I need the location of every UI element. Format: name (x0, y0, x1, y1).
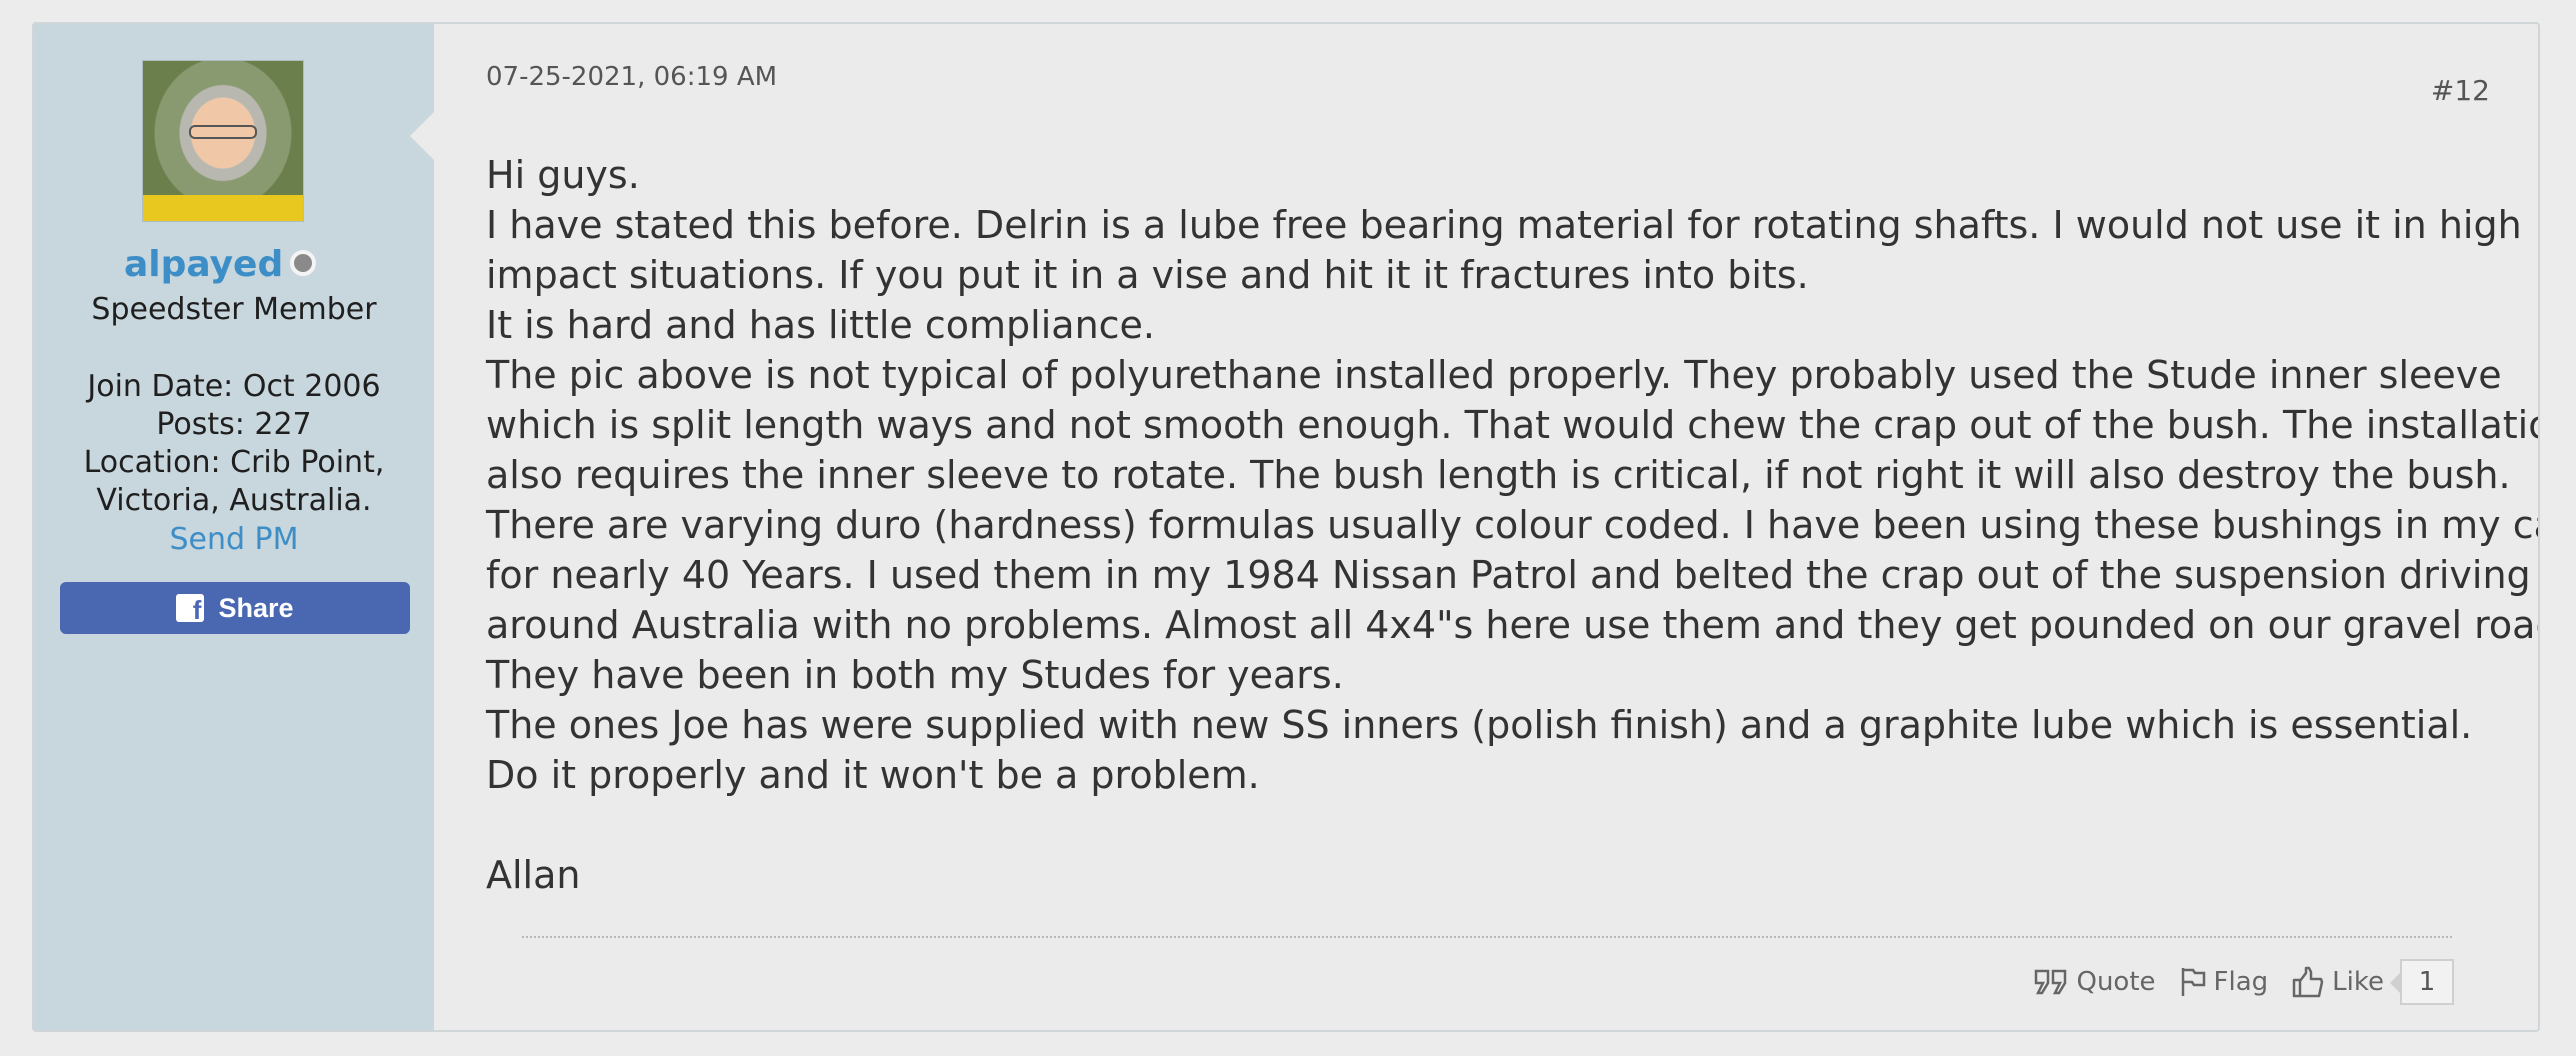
post-actions: Quote Flag Like 1 (2010, 958, 2454, 1006)
post-line: also requires the inner sleeve to rotate… (486, 453, 2511, 497)
avatar-glasses (189, 125, 257, 139)
like-button[interactable]: Like (2292, 966, 2384, 998)
post-pointer-arrow (410, 112, 434, 160)
post-line: which is split length ways and not smoot… (486, 403, 2540, 447)
post-line: They have been in both my Studes for yea… (486, 653, 1344, 697)
user-avatar[interactable] (142, 60, 304, 222)
forum-post: alpayed Speedster Member Join Date: Oct … (32, 22, 2540, 1032)
post-content: Hi guys. I have stated this before. Delr… (486, 150, 2540, 900)
quote-label: Quote (2076, 967, 2156, 997)
username-row: alpayed (34, 240, 434, 290)
post-count: Posts: 227 (156, 407, 312, 442)
post-line: Hi guys. (486, 153, 640, 197)
share-label: Share (218, 592, 294, 623)
post-line: The ones Joe has were supplied with new … (486, 703, 2473, 747)
post-footer-divider (522, 936, 2452, 938)
post-number-link[interactable]: #12 (2431, 74, 2490, 107)
post-line: It is hard and has little compliance. (486, 303, 1156, 347)
flag-button[interactable]: Flag (2180, 966, 2269, 998)
facebook-icon: f (176, 594, 205, 622)
offline-status-icon (290, 250, 316, 276)
thumbs-up-icon (2292, 966, 2324, 998)
post-line: for nearly 40 Years. I used them in my 1… (486, 553, 2531, 597)
send-pm-link[interactable]: Send PM (34, 522, 434, 557)
post-line: The pic above is not typical of polyuret… (486, 353, 2502, 397)
location-line-1: Location: Crib Point, (83, 445, 385, 480)
post-line: around Australia with no problems. Almos… (486, 603, 2540, 647)
like-count-badge: 1 (2390, 959, 2454, 1005)
like-label: Like (2332, 967, 2384, 997)
username-link[interactable]: alpayed (124, 244, 283, 285)
join-date: Join Date: Oct 2006 (87, 369, 381, 404)
quote-button[interactable]: Quote (2034, 967, 2156, 997)
flag-label: Flag (2213, 967, 2269, 997)
post-line: impact situations. If you put it in a vi… (486, 253, 1809, 297)
location-line-2: Victoria, Australia. (96, 483, 372, 518)
post-signature: Allan (486, 853, 581, 897)
user-info-sidebar: alpayed Speedster Member Join Date: Oct … (34, 24, 434, 1030)
post-line: There are varying duro (hardness) formul… (486, 503, 2540, 547)
user-title: Speedster Member (91, 292, 377, 327)
quote-icon (2035, 969, 2067, 995)
post-line: I have stated this before. Delrin is a l… (486, 203, 2522, 247)
post-date: 07-25-2021, 06:19 AM (486, 62, 778, 92)
avatar-shirt (143, 195, 303, 221)
user-stats: Join Date: Oct 2006 Posts: 227 Location:… (34, 368, 434, 520)
flag-icon (2181, 968, 2205, 996)
post-line: Do it properly and it won't be a problem… (486, 753, 1260, 797)
facebook-share-button[interactable]: f Share (60, 582, 410, 634)
